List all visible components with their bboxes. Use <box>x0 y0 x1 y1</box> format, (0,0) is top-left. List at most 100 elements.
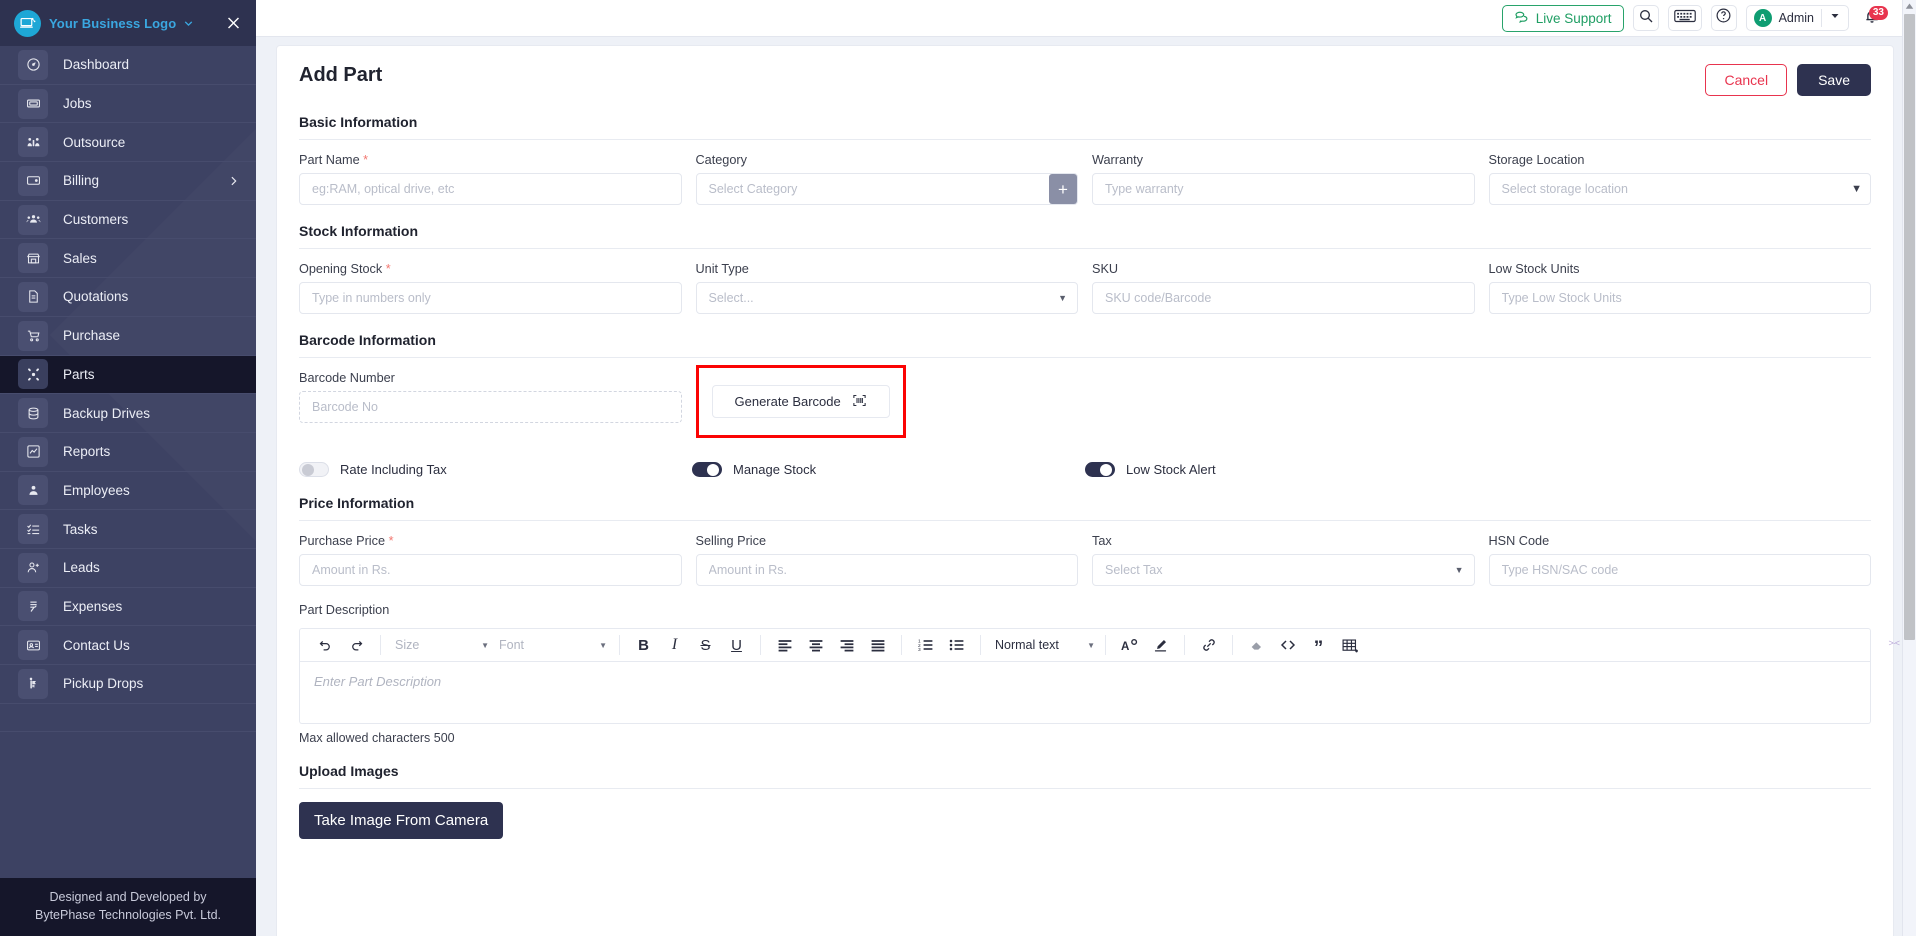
purchase-price-input[interactable] <box>299 554 682 586</box>
sidebar-item-customers[interactable]: Customers <box>0 201 256 240</box>
unit-type-select[interactable]: Select... ▼ <box>695 282 1078 314</box>
align-justify-icon[interactable] <box>862 632 893 658</box>
rich-text-editor: Size ▼ Font ▼ B I S U 1 2 3 Normal text … <box>299 628 1871 724</box>
sidebar-item-leads[interactable]: Leads <box>0 549 256 588</box>
notifications-button[interactable]: 33 <box>1858 5 1888 31</box>
bold-icon[interactable]: B <box>628 632 659 658</box>
sidebar-item-dashboard[interactable]: Dashboard <box>0 46 256 85</box>
italic-icon[interactable]: I <box>659 632 690 658</box>
sidebar-item-label: Pickup Drops <box>63 676 144 692</box>
align-right-icon[interactable] <box>831 632 862 658</box>
code-icon[interactable] <box>1272 632 1303 658</box>
sidebar-item-sales[interactable]: Sales <box>0 239 256 279</box>
user-menu[interactable]: A Admin <box>1745 5 1849 31</box>
sidebar-item-employees[interactable]: Employees <box>0 472 256 511</box>
avatar: A <box>1753 9 1772 27</box>
hsn-code-input[interactable] <box>1488 554 1871 586</box>
rate-including-tax-switch[interactable] <box>299 462 329 477</box>
editor-block-format-label: Normal text <box>995 638 1059 652</box>
sidebar-item-billing[interactable]: Billing <box>0 162 256 201</box>
part-name-input[interactable] <box>299 173 682 205</box>
cart-icon <box>18 320 48 351</box>
editor-resize-handle[interactable]: >·< <box>1888 638 1899 648</box>
barcode-number-input[interactable] <box>299 391 682 423</box>
align-center-icon[interactable] <box>800 632 831 658</box>
warranty-input[interactable] <box>1092 173 1475 205</box>
sidebar-item-quotations[interactable]: Quotations <box>0 278 256 317</box>
keyboard-shortcuts-button[interactable] <box>1667 5 1702 31</box>
editor-block-format-select[interactable]: Normal text ▼ <box>989 632 1097 658</box>
quote-icon[interactable]: ” <box>1303 632 1334 658</box>
generate-barcode-button[interactable]: Generate Barcode <box>711 385 890 418</box>
link-icon[interactable] <box>1193 632 1224 658</box>
unordered-list-icon[interactable] <box>941 632 972 658</box>
font-color-icon[interactable]: A <box>1114 632 1145 658</box>
hsn-code-label: HSN Code <box>1488 534 1550 548</box>
chevron-down-icon[interactable] <box>182 17 195 30</box>
add-category-button[interactable]: + <box>1049 174 1077 204</box>
page-scrollbar[interactable] <box>1902 0 1916 936</box>
cancel-button[interactable]: Cancel <box>1705 64 1788 96</box>
sidebar-item-label: Customers <box>63 212 129 228</box>
part-description-block: Part Description Size ▼ Font ▼ B I S U 1… <box>299 603 1871 745</box>
editor-size-label: Size <box>395 638 420 652</box>
low-stock-units-input[interactable] <box>1488 282 1871 314</box>
close-icon[interactable] <box>225 15 242 32</box>
table-icon[interactable] <box>1334 632 1365 658</box>
scroll-up-arrow-icon[interactable] <box>1904 2 1914 11</box>
part-description-editor-body[interactable]: Enter Part Description <box>299 662 1871 724</box>
content-scroll-region[interactable]: Add Part Cancel Save Basic Information P… <box>256 37 1916 936</box>
category-input[interactable] <box>695 173 1078 205</box>
eraser-icon[interactable] <box>1241 632 1272 658</box>
underline-icon[interactable]: U <box>721 632 752 658</box>
sidebar-item-outsource[interactable]: Outsource <box>0 123 256 163</box>
chevron-down-icon[interactable] <box>1829 9 1841 27</box>
tax-select[interactable]: Select Tax ▼ <box>1092 554 1475 586</box>
sidebar-item-jobs[interactable]: Jobs <box>0 85 256 124</box>
manage-stock-switch[interactable] <box>692 462 722 477</box>
sidebar-footer-credit: Designed and Developed by BytePhase Tech… <box>0 877 256 936</box>
chevron-down-icon: ▼ <box>1058 293 1067 303</box>
editor-font-select[interactable]: Font ▼ <box>493 632 611 658</box>
divider <box>1105 635 1106 655</box>
field-unit-type: Unit Type Select... ▼ <box>695 262 1078 314</box>
chevron-right-icon[interactable] <box>227 174 240 187</box>
sidebar-item-backup-drives[interactable]: Backup Drives <box>0 394 256 433</box>
sidebar-item-expenses[interactable]: Expenses <box>0 588 256 627</box>
keyboard-icon <box>1673 8 1696 29</box>
align-left-icon[interactable] <box>769 632 800 658</box>
redo-icon[interactable] <box>341 632 372 658</box>
toggle-low-stock-alert[interactable]: Low Stock Alert <box>1085 462 1478 477</box>
page-scrollbar-thumb[interactable] <box>1904 14 1915 640</box>
toggle-label: Rate Including Tax <box>340 462 447 477</box>
sidebar-item-parts[interactable]: Parts <box>0 355 256 395</box>
toggle-rate-including-tax[interactable]: Rate Including Tax <box>299 462 692 477</box>
sku-input[interactable] <box>1092 282 1475 314</box>
highlighter-icon[interactable] <box>1145 632 1176 658</box>
selling-price-input[interactable] <box>695 554 1078 586</box>
strikethrough-icon[interactable]: S <box>690 632 721 658</box>
toggle-manage-stock[interactable]: Manage Stock <box>692 462 1085 477</box>
ordered-list-icon[interactable]: 123 <box>910 632 941 658</box>
sidebar-item-label: Tasks <box>63 521 98 537</box>
char-limit-note: Max allowed characters 500 <box>299 731 455 745</box>
save-button[interactable]: Save <box>1797 64 1871 96</box>
storage-location-select[interactable]: Select storage location ▼ <box>1488 173 1871 205</box>
sidebar-item-purchase[interactable]: Purchase <box>0 317 256 356</box>
divider <box>1821 9 1822 27</box>
sidebar-item-tasks[interactable]: Tasks <box>0 510 256 549</box>
help-button[interactable] <box>1710 5 1737 31</box>
sidebar-item-contact-us[interactable]: Contact Us <box>0 626 256 665</box>
low-stock-alert-switch[interactable] <box>1085 462 1115 477</box>
search-button[interactable] <box>1632 5 1659 31</box>
sidebar-item-reports[interactable]: Reports <box>0 433 256 472</box>
live-support-button[interactable]: Live Support <box>1501 4 1624 32</box>
section-title-price-information: Price Information <box>299 495 1871 521</box>
opening-stock-input[interactable] <box>299 282 682 314</box>
take-image-from-camera-button[interactable]: Take Image From Camera <box>299 802 504 839</box>
field-hsn-code: HSN Code <box>1488 534 1871 586</box>
editor-size-select[interactable]: Size ▼ <box>389 632 493 658</box>
sidebar-item-label: Quotations <box>63 289 129 305</box>
sidebar-item-pickup-drops[interactable]: Pickup Drops <box>0 665 256 704</box>
undo-icon[interactable] <box>310 632 341 658</box>
